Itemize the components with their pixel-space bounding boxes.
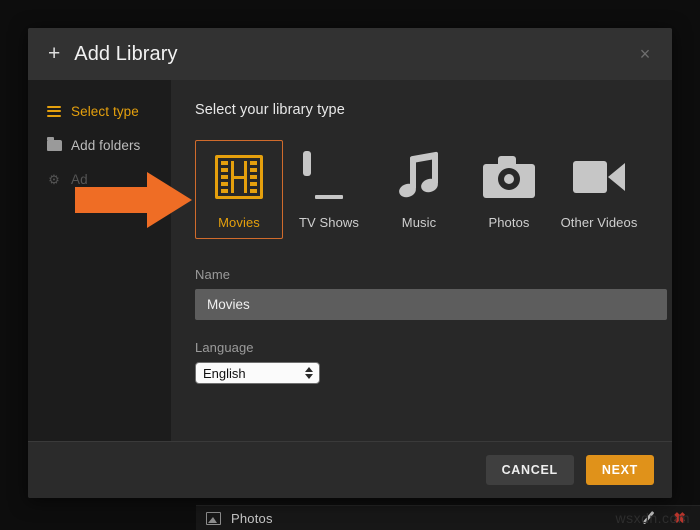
screen: Photos ✖ wsxdn.com + Add Library × Selec… xyxy=(0,0,700,530)
name-input[interactable] xyxy=(195,289,667,320)
close-icon[interactable]: × xyxy=(634,43,656,65)
television-icon xyxy=(303,151,355,203)
library-type-label: Photos xyxy=(488,215,529,230)
dialog-sidebar: Select type Add folders ⚙ Ad xyxy=(28,80,171,441)
background-library-row-label: Photos xyxy=(231,511,273,526)
dialog-footer: CANCEL NEXT xyxy=(28,441,672,498)
library-type-tv-shows[interactable]: TV Shows xyxy=(285,140,373,239)
library-type-grid: Movies TV Shows xyxy=(195,140,648,239)
name-field-group: Name xyxy=(195,267,648,320)
content-heading: Select your library type xyxy=(195,102,648,118)
sidebar-item-advanced[interactable]: ⚙ Ad xyxy=(28,162,171,196)
library-type-photos[interactable]: Photos xyxy=(465,140,553,239)
library-type-label: Other Videos xyxy=(561,215,638,230)
music-note-icon xyxy=(397,151,441,203)
library-type-other-videos[interactable]: Other Videos xyxy=(555,140,643,239)
camera-icon xyxy=(483,151,535,203)
sidebar-item-label: Ad xyxy=(71,172,88,187)
watermark: wsxdn.com xyxy=(615,510,690,526)
cancel-button[interactable]: CANCEL xyxy=(486,455,574,485)
film-strip-icon xyxy=(215,151,263,203)
library-type-movies[interactable]: Movies xyxy=(195,140,283,239)
language-select-wrap: English xyxy=(195,362,320,384)
camcorder-icon xyxy=(573,151,625,203)
library-type-label: TV Shows xyxy=(299,215,359,230)
library-type-label: Music xyxy=(402,215,436,230)
hamburger-icon xyxy=(46,106,62,117)
folder-icon xyxy=(46,140,62,151)
language-field-group: Language English xyxy=(195,340,648,384)
page-title: Add Library xyxy=(74,43,177,66)
language-select[interactable]: English xyxy=(195,362,320,384)
language-field-label: Language xyxy=(195,340,648,355)
gear-icon: ⚙ xyxy=(46,173,62,186)
plus-icon: + xyxy=(48,43,60,64)
library-type-music[interactable]: Music xyxy=(375,140,463,239)
dialog-body: Select type Add folders ⚙ Ad Sel xyxy=(28,80,672,441)
name-field-label: Name xyxy=(195,267,648,282)
sidebar-item-select-type[interactable]: Select type xyxy=(28,94,171,128)
sidebar-item-label: Select type xyxy=(71,104,139,119)
dialog-content: Select your library type Movies xyxy=(171,80,672,441)
sidebar-item-add-folders[interactable]: Add folders xyxy=(28,128,171,162)
next-button[interactable]: NEXT xyxy=(586,455,654,485)
sidebar-item-label: Add folders xyxy=(71,138,140,153)
add-library-dialog: + Add Library × Select type Add folders xyxy=(28,28,672,498)
dialog-header: + Add Library × xyxy=(28,28,672,80)
library-type-label: Movies xyxy=(218,215,260,230)
photo-icon xyxy=(206,512,221,525)
